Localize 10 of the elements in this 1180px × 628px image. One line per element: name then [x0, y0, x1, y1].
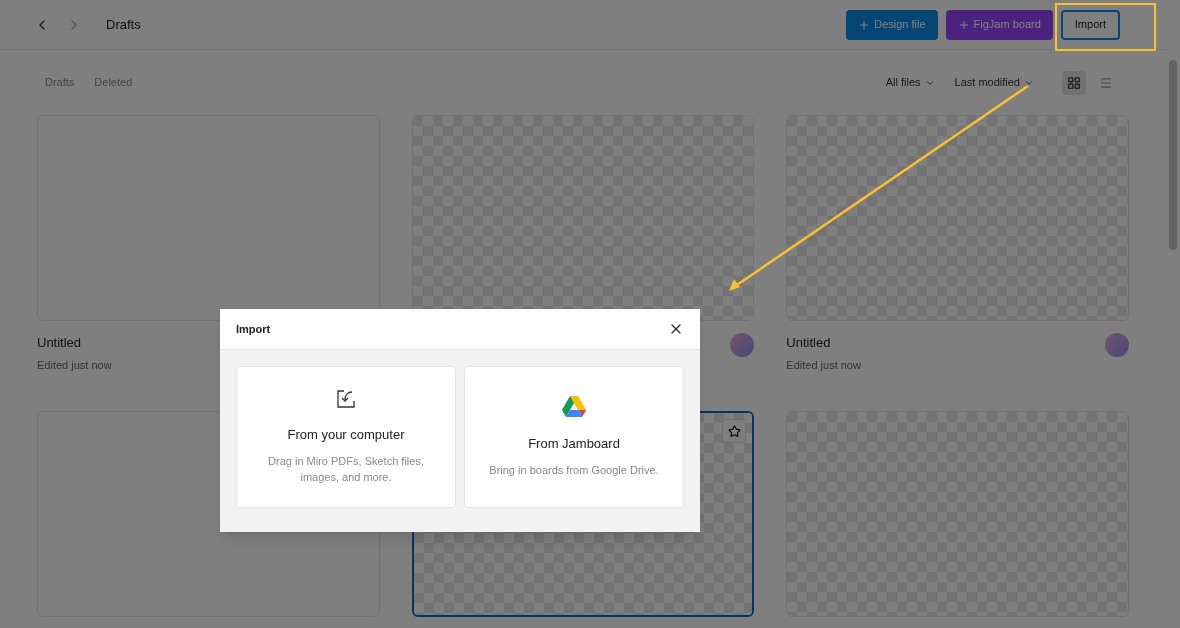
file-subtitle: Edited just now — [37, 357, 112, 373]
option-title: From Jamboard — [528, 435, 620, 454]
option-description: Drag in Miro PDFs, Sketch files, images, and more. — [267, 453, 425, 485]
option-title: From your computer — [287, 426, 405, 445]
option-description: Bring in boards from Google Drive. — [489, 462, 659, 478]
dialog-title: Import — [236, 321, 271, 337]
file-title: Untitled — [37, 334, 83, 352]
file-subtitle: Edited just now — [786, 357, 861, 373]
page-title: Drafts — [106, 15, 141, 34]
file-title: Untitled — [786, 334, 832, 352]
